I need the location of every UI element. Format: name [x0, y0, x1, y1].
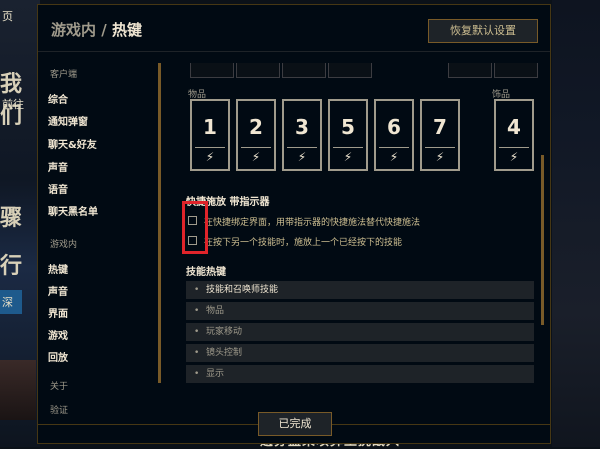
- hotkeys-content[interactable]: 物品 饰品 1 ⚡ 2 ⚡ 3 ⚡ 5 ⚡ 6 ⚡ 7 ⚡ 4 ⚡ 快捷施放 带…: [186, 51, 546, 401]
- sidebar-item-verification[interactable]: 验证: [50, 403, 68, 416]
- key-label: 7: [433, 115, 447, 139]
- item-key-5[interactable]: 5 ⚡: [328, 99, 368, 171]
- quick-cast-option-1[interactable]: 在快捷绑定界面，用带指示器的快捷施法替代快捷施法: [186, 215, 526, 228]
- list-item-display[interactable]: • 显示: [186, 365, 534, 383]
- key-slot-partial[interactable]: [190, 63, 234, 78]
- lightning-icon[interactable]: ⚡: [379, 147, 409, 166]
- lightning-icon[interactable]: ⚡: [241, 147, 271, 166]
- sidebar-item-voice[interactable]: 语音: [48, 181, 68, 196]
- content-scrollbar[interactable]: [541, 155, 544, 325]
- key-label: 5: [341, 115, 355, 139]
- sidebar-item-ingame-sound[interactable]: 声音: [48, 283, 68, 298]
- highlight-box: [182, 201, 208, 254]
- lightning-icon[interactable]: ⚡: [195, 147, 225, 166]
- sidebar-header-ingame: 游戏内: [50, 240, 78, 250]
- lightning-icon[interactable]: ⚡: [333, 147, 363, 166]
- key-label: 2: [249, 115, 263, 139]
- key-slot-partial[interactable]: [448, 63, 492, 78]
- sidebar-item-hotkeys[interactable]: 热键: [48, 261, 68, 276]
- item-key-3[interactable]: 3 ⚡: [282, 99, 322, 171]
- key-slot-partial[interactable]: [328, 63, 372, 78]
- background-client-left: 页 我们 前往 骤 行 深: [0, 0, 40, 447]
- sidebar-item-notifications[interactable]: 通知弹窗: [48, 113, 88, 128]
- list-item-items[interactable]: • 物品: [186, 302, 534, 320]
- list-item-camera-control[interactable]: • 镜头控制: [186, 344, 534, 362]
- item-key-1[interactable]: 1 ⚡: [190, 99, 230, 171]
- bg-fragment-mid1: 骤: [0, 206, 23, 231]
- key-label: 1: [203, 115, 217, 139]
- ability-hotkeys-title: 技能热键: [186, 267, 226, 278]
- page-title: 游戏内 / 热键: [51, 19, 142, 40]
- checkbox-label: 在按下另一个技能时，施放上一个已经按下的技能: [204, 238, 403, 248]
- sidebar-item-sound[interactable]: 声音: [48, 159, 68, 174]
- sidebar-item-replay[interactable]: 回放: [48, 349, 68, 364]
- sidebar-divider: [158, 63, 161, 383]
- sidebar-item-chat-friends[interactable]: 聊天&好友: [48, 136, 97, 151]
- bg-fragment-top: 页: [2, 10, 13, 23]
- breadcrumb-parent: 游戏内: [51, 21, 97, 39]
- bg-fragment-mid2: 行: [0, 254, 23, 279]
- restore-defaults-button[interactable]: 恢复默认设置: [428, 19, 538, 43]
- item-key-2[interactable]: 2 ⚡: [236, 99, 276, 171]
- sidebar-header-about: 关于: [50, 382, 69, 392]
- settings-modal: 游戏内 / 热键 恢复默认设置 客户端 综合 通知弹窗 聊天&好友 声音 语音 …: [37, 4, 551, 444]
- sidebar-item-game[interactable]: 游戏: [48, 327, 68, 342]
- sidebar-item-interface[interactable]: 界面: [48, 305, 68, 320]
- checkbox-label: 在快捷绑定界面，用带指示器的快捷施法替代快捷施法: [204, 218, 421, 228]
- lightning-icon[interactable]: ⚡: [425, 147, 455, 166]
- done-button[interactable]: 已完成: [258, 412, 332, 436]
- bg-blue-button: 深: [0, 290, 22, 314]
- item-key-7[interactable]: 7 ⚡: [420, 99, 460, 171]
- sidebar-header-client: 客户端: [50, 70, 78, 80]
- key-label: 6: [387, 115, 401, 139]
- bg-fragment-sub: 前往: [2, 98, 24, 111]
- modal-header: 游戏内 / 热键 恢复默认设置: [38, 5, 550, 52]
- bg-avatar-image: [0, 360, 36, 420]
- quick-cast-option-2[interactable]: 在按下另一个技能时，施放上一个已经按下的技能: [186, 235, 526, 248]
- key-slot-partial[interactable]: [494, 63, 538, 78]
- trinket-key-4[interactable]: 4 ⚡: [494, 99, 534, 171]
- sidebar-item-chat-blacklist[interactable]: 聊天黑名单: [48, 203, 98, 218]
- list-item-abilities[interactable]: • 技能和召唤师技能: [186, 281, 534, 299]
- key-label: 4: [507, 115, 521, 139]
- key-label: 3: [295, 115, 309, 139]
- breadcrumb-separator: /: [101, 21, 107, 39]
- key-slot-partial[interactable]: [282, 63, 326, 78]
- background-client-right: [552, 0, 600, 447]
- lightning-icon[interactable]: ⚡: [287, 147, 317, 166]
- list-item-player-movement[interactable]: • 玩家移动: [186, 323, 534, 341]
- key-slot-partial[interactable]: [236, 63, 280, 78]
- breadcrumb-current: 热键: [111, 21, 142, 39]
- sidebar-item-general[interactable]: 综合: [48, 91, 68, 106]
- item-key-6[interactable]: 6 ⚡: [374, 99, 414, 171]
- lightning-icon[interactable]: ⚡: [499, 147, 529, 166]
- settings-sidebar: 客户端 综合 通知弹窗 聊天&好友 声音 语音 聊天黑名单 游戏内 热键 声音 …: [38, 51, 158, 441]
